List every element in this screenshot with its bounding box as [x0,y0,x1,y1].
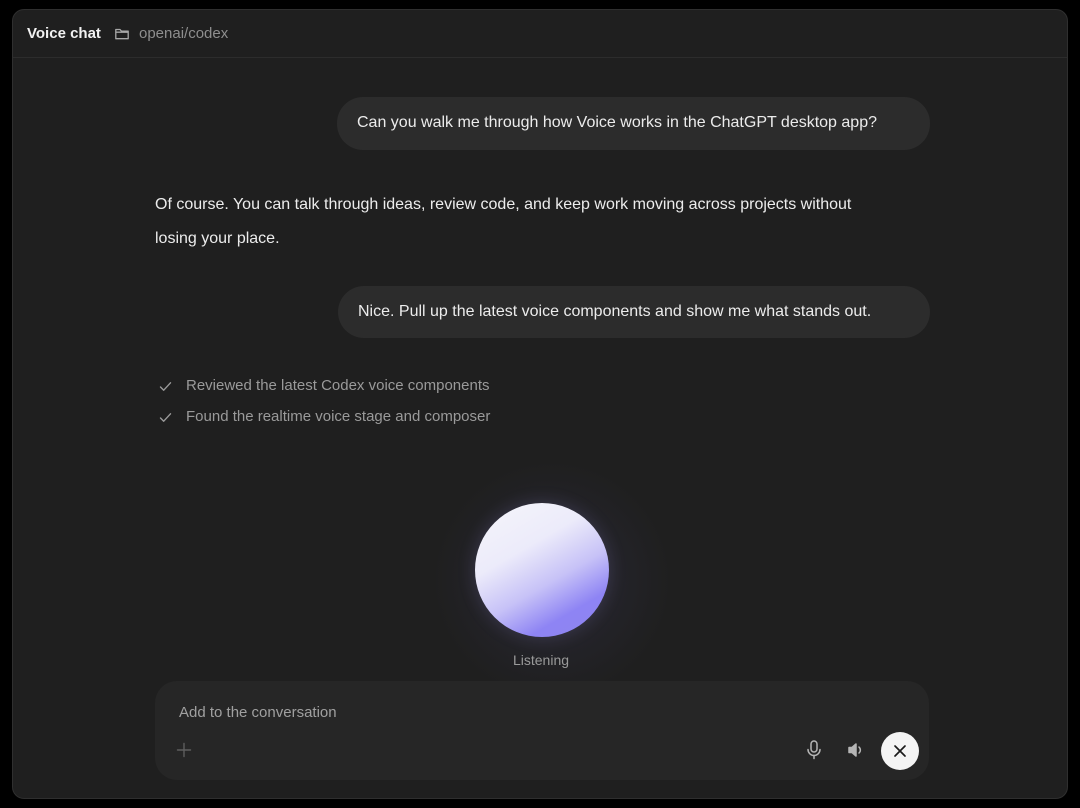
voice-orb [475,503,609,637]
composer [155,681,929,780]
folder-icon [114,26,130,42]
voice-chat-window: Voice chat openai/codex Can you walk me … [12,9,1068,799]
user-message: Can you walk me through how Voice works … [337,97,930,150]
voice-status: Listening [512,652,570,668]
page-title: Voice chat [27,25,101,42]
title-bar: Voice chat openai/codex [13,10,1067,58]
close-icon [894,745,906,757]
user-message: Nice. Pull up the latest voice component… [338,286,930,338]
plus-icon[interactable] [175,741,193,759]
check-icon [159,379,172,392]
check-icon [159,410,172,423]
assistant-message: Of course. You can talk through ideas, r… [155,196,852,247]
step-label: Found the realtime voice stage and compo… [186,408,491,425]
microphone-icon[interactable] [804,739,824,761]
composer-input[interactable] [179,701,779,723]
repository-name[interactable]: openai/codex [139,25,228,43]
step-label: Reviewed the latest Codex voice componen… [186,377,490,394]
close-button[interactable] [881,732,919,770]
speaker-icon[interactable] [846,740,866,760]
